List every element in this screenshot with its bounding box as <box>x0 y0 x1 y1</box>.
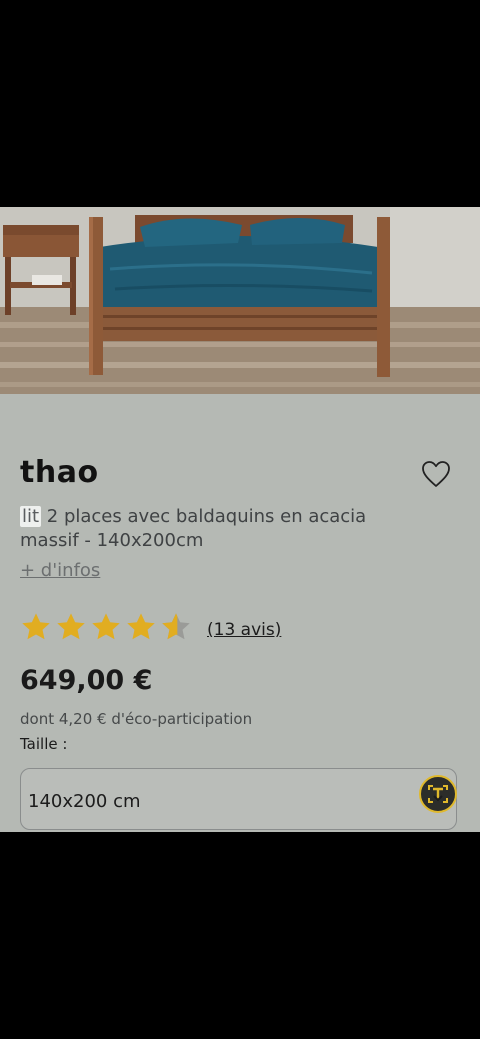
eco-participation: dont 4,20 € d'éco-participation <box>20 710 253 728</box>
product-image <box>0 207 480 394</box>
price: 649,00 € <box>20 665 153 696</box>
heart-outline-icon <box>422 461 450 487</box>
star-icon <box>127 613 155 640</box>
size-select-value: 140x200 cm <box>28 791 141 812</box>
size-select[interactable]: 140x200 cm <box>20 768 457 830</box>
description-highlight[interactable]: lit <box>20 506 42 527</box>
star-icon <box>57 613 85 640</box>
text-lens-icon[interactable] <box>419 775 457 813</box>
description-text: 2 places avec baldaquins en acacia massi… <box>20 506 367 551</box>
rating-stars[interactable] <box>20 611 192 645</box>
brand-title: thao <box>20 455 99 490</box>
star-half-icon <box>162 613 190 640</box>
product-screen: thao lit 2 places avec baldaquins en aca… <box>0 207 480 832</box>
star-icon <box>22 613 50 640</box>
star-icon <box>92 613 120 640</box>
favorite-button[interactable] <box>420 459 456 491</box>
more-info-link[interactable]: + d'infos <box>20 560 100 581</box>
product-description: lit 2 places avec baldaquins en acacia m… <box>20 505 400 553</box>
size-label: Taille : <box>20 735 68 753</box>
reviews-link[interactable]: (13 avis) <box>207 620 281 640</box>
